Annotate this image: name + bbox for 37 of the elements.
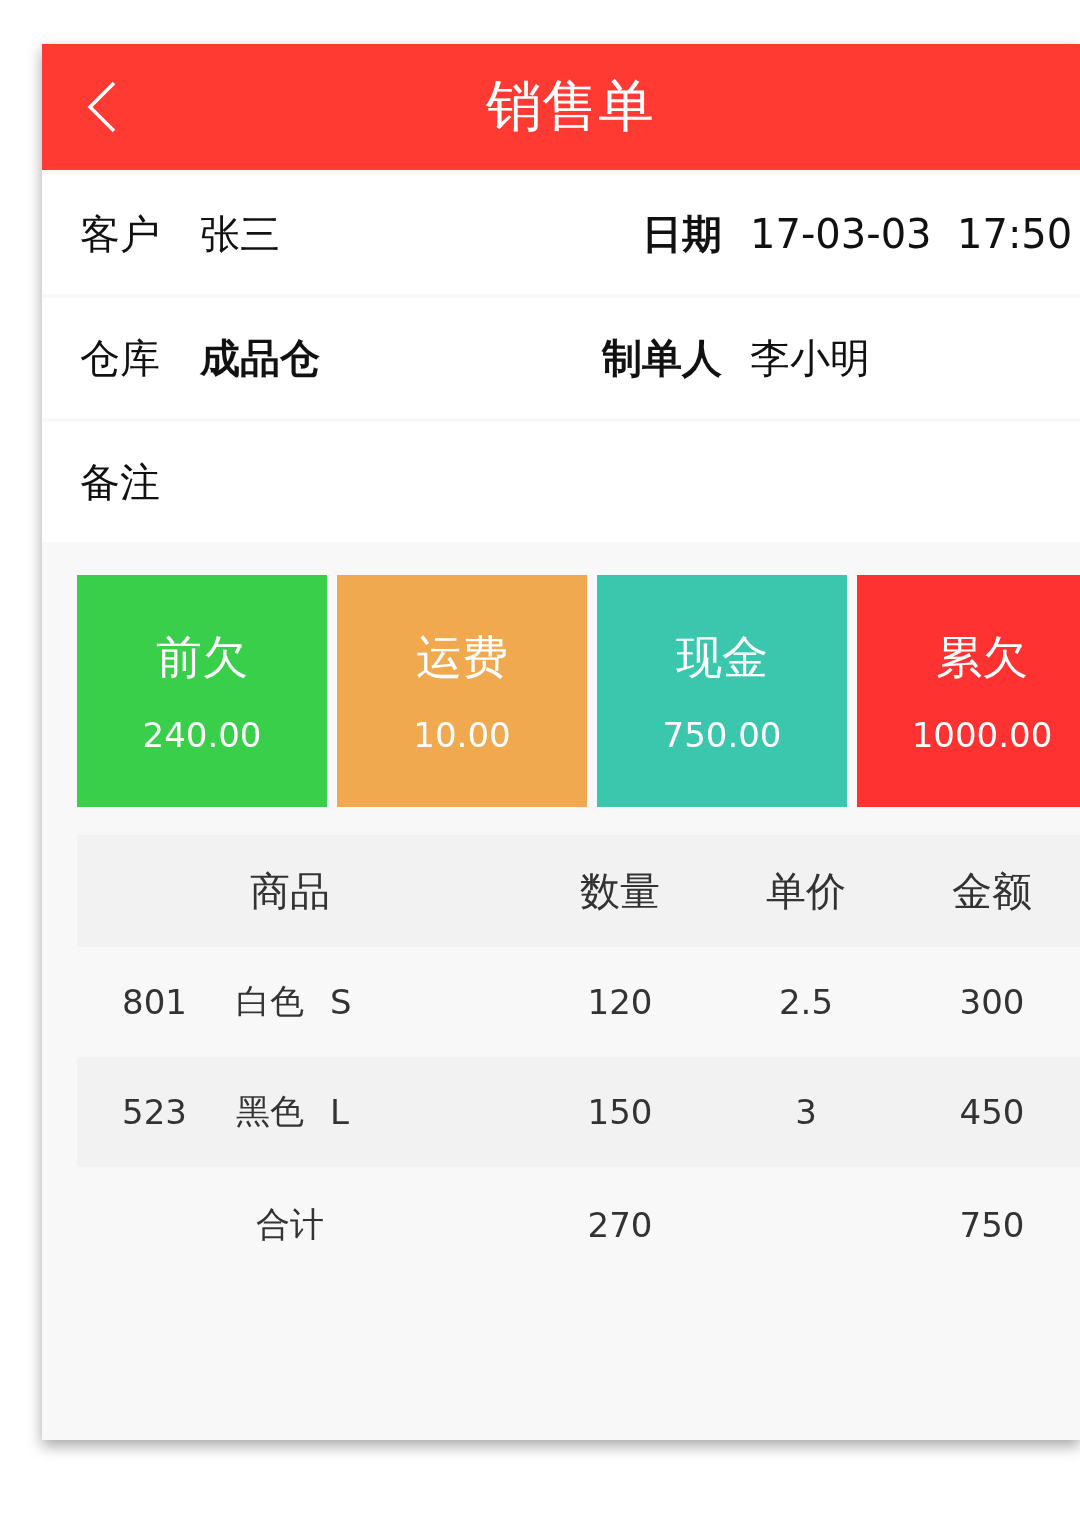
- table-cell-text: 450: [958, 1092, 1026, 1132]
- product-color: 白色: [236, 980, 305, 1023]
- card-label: 前欠: [156, 629, 248, 686]
- column-header: 金额: [951, 866, 1033, 916]
- table-cell-text: 2.5: [777, 982, 835, 1022]
- table-cell-text: 120: [586, 982, 654, 1022]
- card-label: 现金: [676, 629, 768, 686]
- product-code: 523: [122, 1092, 188, 1132]
- field-value: 李小明: [750, 333, 871, 383]
- page-title: 销售单: [485, 72, 655, 140]
- table-cell-text: 270: [586, 1205, 654, 1245]
- product-color: 黑色: [236, 1090, 305, 1133]
- card-value: 750.00: [662, 715, 782, 755]
- field-value: 17-03-03 17:50: [750, 211, 1074, 257]
- field-value: 张三: [200, 209, 281, 259]
- product-size: L: [330, 1092, 349, 1132]
- column-header: 商品: [249, 866, 331, 916]
- field-label: 制单人: [600, 333, 722, 383]
- card-value: 240.00: [142, 715, 262, 755]
- field-label: 客户: [80, 209, 161, 259]
- total-label: 合计: [255, 1203, 325, 1246]
- table-cell-text: 300: [958, 982, 1026, 1022]
- card-label: 运费: [416, 629, 508, 686]
- field-label: 仓库: [80, 333, 161, 383]
- field-value: 成品仓: [200, 333, 321, 383]
- table-cell-text: 3: [794, 1092, 818, 1132]
- column-header: 单价: [765, 866, 847, 916]
- field-label: 备注: [80, 457, 161, 507]
- product-code: 801: [122, 982, 188, 1022]
- product-size: S: [330, 982, 352, 1022]
- card-value: 1000.00: [911, 715, 1053, 755]
- column-header: 数量: [579, 866, 661, 916]
- table-cell-text: 750: [958, 1205, 1026, 1245]
- card-label: 累欠: [936, 629, 1028, 686]
- table-cell-text: 150: [586, 1092, 654, 1132]
- card-value: 10.00: [413, 715, 511, 755]
- field-label: 日期: [641, 209, 722, 259]
